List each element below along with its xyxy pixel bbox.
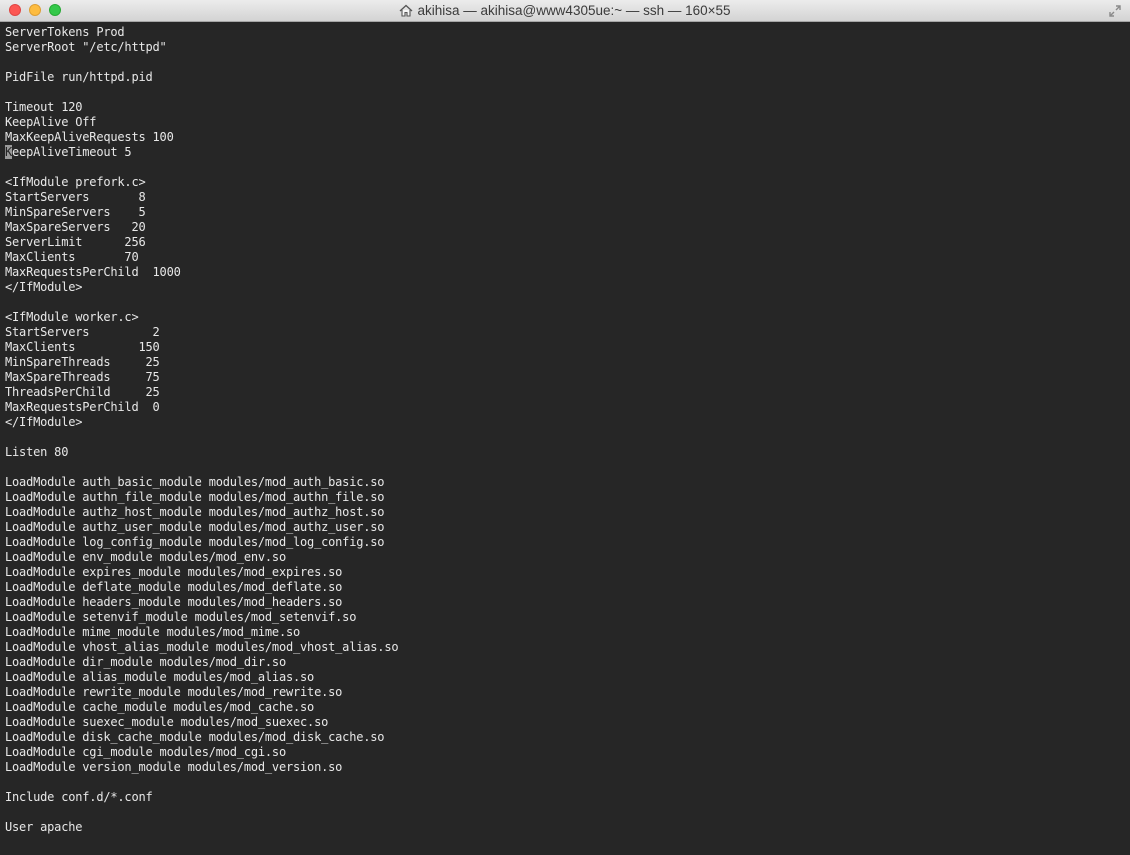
terminal-line: MaxClients 150 [5, 340, 160, 354]
terminal-line: LoadModule env_module modules/mod_env.so [5, 550, 286, 564]
terminal-line: LoadModule cgi_module modules/mod_cgi.so [5, 745, 286, 759]
terminal-line: LoadModule suexec_module modules/mod_sue… [5, 715, 329, 729]
terminal-window: akihisa — akihisa@www4305ue:~ — ssh — 16… [0, 0, 1130, 855]
terminal-line: MaxSpareServers 20 [5, 220, 146, 234]
terminal-line: KeepAliveTimeout 5 [5, 145, 398, 160]
terminal-line: LoadModule authn_file_module modules/mod… [5, 490, 385, 504]
terminal-line: ThreadsPerChild 25 [5, 385, 160, 399]
terminal-line: LoadModule authz_host_module modules/mod… [5, 505, 385, 519]
terminal-line: LoadModule setenvif_module modules/mod_s… [5, 610, 357, 624]
terminal-line: KeepAlive Off [5, 115, 97, 129]
terminal-line: StartServers 8 [5, 190, 146, 204]
window-title-container: akihisa — akihisa@www4305ue:~ — ssh — 16… [0, 0, 1130, 22]
terminal-line: ServerLimit 256 [5, 235, 146, 249]
terminal-line: MaxRequestsPerChild 0 [5, 400, 160, 414]
terminal-line: StartServers 2 [5, 325, 160, 339]
terminal-output[interactable]: ServerTokens Prod ServerRoot "/etc/httpd"… [0, 22, 1130, 855]
terminal-line: LoadModule version_module modules/mod_ve… [5, 760, 343, 774]
terminal-line: LoadModule auth_basic_module modules/mod… [5, 475, 385, 489]
terminal-line: ServerTokens Prod [5, 25, 125, 39]
terminal-line: MaxClients 70 [5, 250, 139, 264]
terminal-line: LoadModule deflate_module modules/mod_de… [5, 580, 343, 594]
terminal-line: LoadModule dir_module modules/mod_dir.so [5, 655, 286, 669]
fullscreen-icon[interactable] [1108, 4, 1122, 18]
cursor-line-text: eepAliveTimeout 5 [12, 145, 132, 159]
terminal-line: LoadModule authz_user_module modules/mod… [5, 520, 385, 534]
terminal-line: MaxSpareThreads 75 [5, 370, 160, 384]
terminal-lines: ServerTokens Prod ServerRoot "/etc/httpd"… [5, 25, 399, 835]
home-icon [399, 2, 413, 24]
terminal-line: <IfModule prefork.c> [5, 175, 146, 189]
terminal-line: MaxRequestsPerChild 1000 [5, 265, 181, 279]
terminal-line: LoadModule log_config_module modules/mod… [5, 535, 385, 549]
terminal-line: Timeout 120 [5, 100, 83, 114]
terminal-line: LoadModule rewrite_module modules/mod_re… [5, 685, 343, 699]
text-cursor: K [5, 145, 13, 159]
terminal-line: ServerRoot "/etc/httpd" [5, 40, 167, 54]
terminal-line: MinSpareThreads 25 [5, 355, 160, 369]
window-title: akihisa — akihisa@www4305ue:~ — ssh — 16… [417, 3, 731, 18]
terminal-line: </IfModule> [5, 280, 83, 294]
terminal-line: LoadModule vhost_alias_module modules/mo… [5, 640, 399, 654]
terminal-line: LoadModule mime_module modules/mod_mime.… [5, 625, 301, 639]
terminal-line: Include conf.d/*.conf [5, 790, 153, 804]
terminal-line: <IfModule worker.c> [5, 310, 139, 324]
terminal-line: MaxKeepAliveRequests 100 [5, 130, 174, 144]
terminal-line: LoadModule cache_module modules/mod_cach… [5, 700, 315, 714]
terminal-line: LoadModule expires_module modules/mod_ex… [5, 565, 343, 579]
terminal-line: LoadModule headers_module modules/mod_he… [5, 595, 343, 609]
terminal-line: Listen 80 [5, 445, 69, 459]
title-bar[interactable]: akihisa — akihisa@www4305ue:~ — ssh — 16… [0, 0, 1130, 22]
terminal-line: </IfModule> [5, 415, 83, 429]
terminal-line: MinSpareServers 5 [5, 205, 146, 219]
terminal-line: User apache [5, 820, 83, 834]
terminal-line: PidFile run/httpd.pid [5, 70, 153, 84]
terminal-line: LoadModule disk_cache_module modules/mod… [5, 730, 385, 744]
terminal-line: LoadModule alias_module modules/mod_alia… [5, 670, 315, 684]
